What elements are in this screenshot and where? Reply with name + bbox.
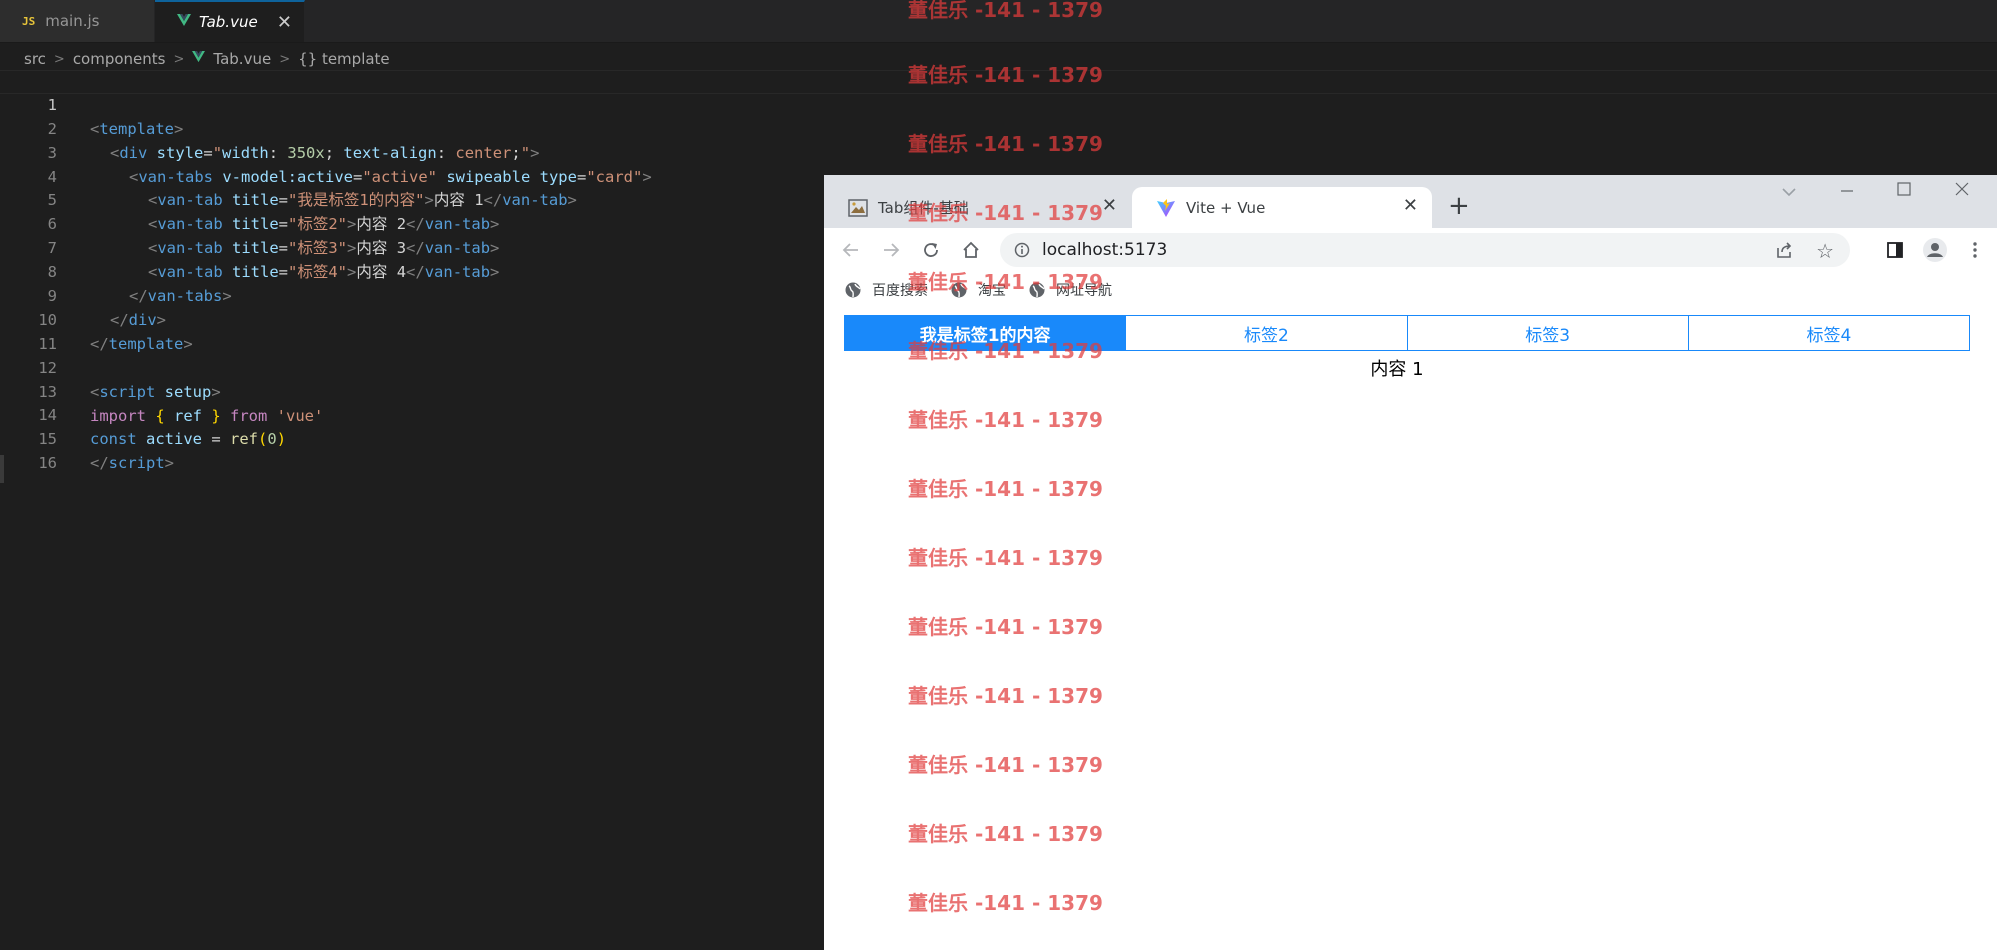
code-line: 13 import { ref } from 'vue' <box>0 357 820 425</box>
arrow-left-icon[interactable] <box>838 237 864 263</box>
browser-tab-label: Tab组件-基础 <box>878 199 969 217</box>
chevron-right-icon: > <box>279 51 291 67</box>
tab-label-1[interactable]: 我是标签1的内容 <box>845 316 1127 350</box>
browser-toolbar: localhost:5173 ☆ <box>824 228 1997 273</box>
globe-icon <box>951 282 967 298</box>
bookmark-label: 百度搜索 <box>872 283 928 299</box>
code-line: 8 </van-tabs> <box>0 237 820 305</box>
vue-file-icon <box>192 51 206 67</box>
editor-tab-bar: JS main.js Tab.vue ✕ <box>0 0 1997 43</box>
reload-icon[interactable] <box>918 237 944 263</box>
browser-tab-label: Vite + Vue <box>1186 198 1266 217</box>
vite-favicon-icon <box>1156 198 1176 218</box>
bookmarks-bar: 百度搜索 淘宝 网址导航 <box>824 273 1997 307</box>
share-icon[interactable] <box>1774 241 1794 259</box>
tab-content: 内容 1 <box>1370 359 1424 380</box>
tab-label-2[interactable]: 标签2 <box>1126 316 1408 350</box>
code-line: 16 <box>0 428 820 472</box>
bookmark-label: 网址导航 <box>1056 283 1112 299</box>
home-icon[interactable] <box>958 237 984 263</box>
browser-window: Tab组件-基础 ✕ Vite + Vue ✕ + localhost:5173… <box>824 175 1997 950</box>
editor-tab-main-js[interactable]: JS main.js <box>0 0 155 42</box>
breadcrumb-item-template[interactable]: {} template <box>298 50 390 68</box>
chevron-right-icon: > <box>53 51 65 67</box>
editor-tab-tab-vue[interactable]: Tab.vue ✕ <box>155 0 305 42</box>
maximize-icon[interactable] <box>1896 181 1912 202</box>
breadcrumb-item-tab-vue[interactable]: Tab.vue <box>213 50 271 68</box>
tab-search-chevron-icon[interactable] <box>1781 181 1797 202</box>
line-number: 16 <box>38 454 57 473</box>
arrow-right-icon[interactable] <box>878 237 904 263</box>
new-tab-plus-icon[interactable]: + <box>1448 191 1470 221</box>
browser-tab-tab-component[interactable]: Tab组件-基础 ✕ <box>824 187 1131 228</box>
code-line: 1 <template> <box>0 70 820 138</box>
image-favicon-icon <box>848 198 868 218</box>
bookmark-label: 淘宝 <box>978 283 1006 299</box>
close-icon[interactable]: ✕ <box>1403 195 1418 216</box>
code-line: 4 <van-tab title="我是标签1的内容">内容 1</van-ta… <box>0 142 820 210</box>
tab-label-4[interactable]: 标签4 <box>1689 316 1969 350</box>
browser-title-bar: Tab组件-基础 ✕ Vite + Vue ✕ + <box>824 175 1997 228</box>
code-line: 10 </template> <box>0 285 820 353</box>
code-line: 14 const active = ref(0) <box>0 381 820 448</box>
bookmark-taobao[interactable]: 淘宝 <box>950 280 1006 300</box>
browser-tab-vite-vue[interactable]: Vite + Vue ✕ <box>1132 187 1432 228</box>
side-panel-icon[interactable] <box>1882 237 1908 263</box>
minimize-icon[interactable] <box>1839 181 1855 202</box>
close-icon[interactable]: ✕ <box>277 12 292 33</box>
code-line: 12 <script setup> <box>0 333 820 401</box>
breadcrumb-item-src[interactable]: src <box>24 50 46 68</box>
breadcrumb: src > components > Tab.vue > {} template <box>24 48 390 70</box>
kebab-menu-icon[interactable] <box>1962 237 1988 263</box>
van-tabs: 我是标签1的内容 标签2 标签3 标签4 <box>844 315 1970 351</box>
code-line: 2 <div style="width: 350x; text-align: c… <box>0 94 820 162</box>
code-line: 11 <box>0 309 820 353</box>
globe-icon <box>1029 282 1045 298</box>
code-area[interactable]: 1 <template> 2 <div style="width: 350x; … <box>0 70 820 472</box>
code-line: 3 <van-tabs v-model:active="active" swip… <box>0 118 820 186</box>
js-file-icon: JS <box>22 14 36 28</box>
editor-tab-label: main.js <box>45 12 100 30</box>
bookmark-baidu[interactable]: 百度搜索 <box>844 280 928 300</box>
code-line: 7 <van-tab title="标签4">内容 4</van-tab> <box>0 213 820 281</box>
bookmark-nav[interactable]: 网址导航 <box>1028 280 1112 300</box>
code-text: </script> <box>90 454 175 473</box>
code-line: 5 <van-tab title="标签2">内容 2</van-tab> <box>0 166 820 233</box>
code-line: 6 <van-tab title="标签3">内容 3</van-tab> <box>0 189 820 257</box>
url-text[interactable]: localhost:5173 <box>1042 240 1167 260</box>
close-icon[interactable]: ✕ <box>1102 195 1117 216</box>
vue-file-icon <box>177 13 191 31</box>
code-line: 15 </script> <box>0 404 820 472</box>
profile-icon[interactable] <box>1922 237 1948 263</box>
address-bar[interactable]: localhost:5173 ☆ <box>1000 233 1850 267</box>
tab-label-3[interactable]: 标签3 <box>1408 316 1689 350</box>
chevron-right-icon: > <box>173 51 185 67</box>
star-icon[interactable]: ☆ <box>1816 239 1834 263</box>
info-icon[interactable] <box>1014 242 1030 258</box>
globe-icon <box>845 282 861 298</box>
editor-tab-label: Tab.vue <box>199 13 258 31</box>
web-page: 我是标签1的内容 标签2 标签3 标签4 内容 1 <box>824 307 1997 950</box>
code-line: 9 </div> <box>0 261 820 329</box>
breadcrumb-item-components[interactable]: components <box>73 50 166 68</box>
close-window-icon[interactable] <box>1954 181 1970 202</box>
